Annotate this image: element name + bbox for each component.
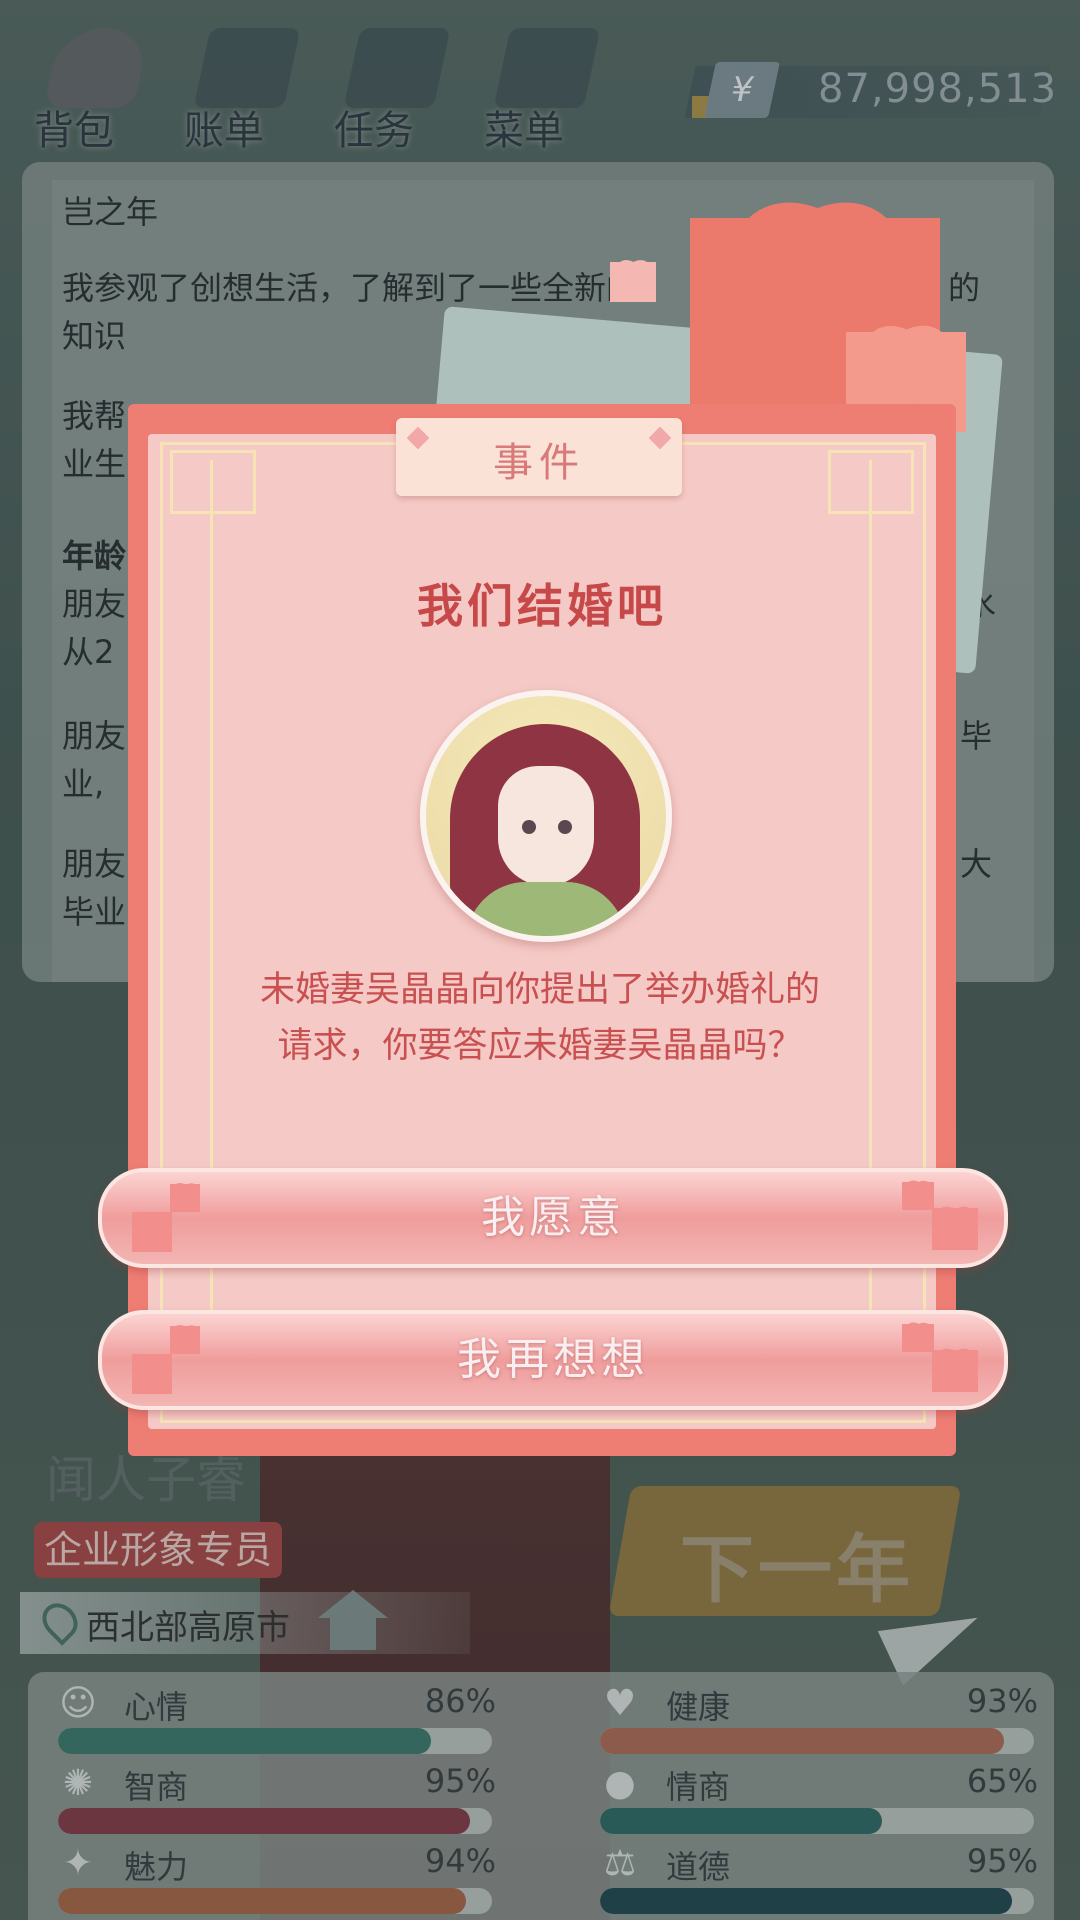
avatar-eye [522, 820, 536, 834]
frame-corner [170, 450, 256, 514]
dialog-tab-title: 事件 [493, 440, 585, 486]
decline-label: 我再想想 [457, 1334, 649, 1385]
avatar-face [498, 766, 594, 886]
accept-label: 我愿意 [481, 1192, 625, 1243]
fiancee-avatar [420, 690, 672, 942]
avatar-eye [558, 820, 572, 834]
accept-button[interactable]: 我愿意 [98, 1168, 1008, 1268]
event-title: 我们结婚吧 [417, 579, 667, 633]
event-description: 未婚妻吴晶晶向你提出了举办婚礼的请求，你要答应未婚妻吴晶晶吗？ [259, 970, 820, 1066]
frame-corner [828, 450, 914, 514]
tiny-heart-decoration [610, 262, 656, 302]
decline-button[interactable]: 我再想想 [98, 1310, 1008, 1410]
